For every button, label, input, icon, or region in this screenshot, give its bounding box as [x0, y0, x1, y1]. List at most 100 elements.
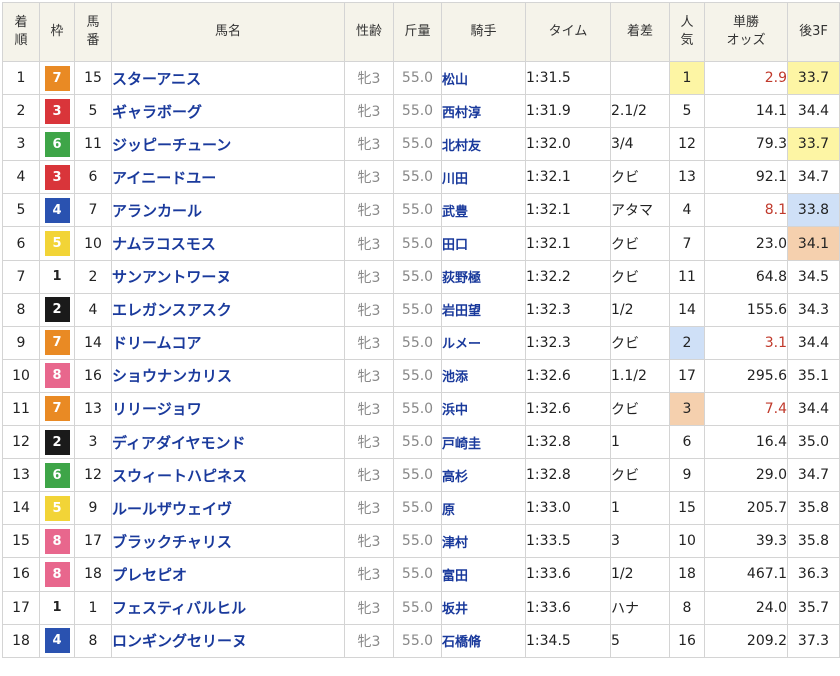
header-jockey[interactable]: 騎手 [441, 2, 526, 62]
jockey-link[interactable]: 池添 [443, 370, 469, 385]
jockey-cell: ルメー [441, 325, 526, 360]
horse-name-link[interactable]: アランカール [113, 202, 203, 220]
jockey-cell: 池添 [441, 358, 526, 393]
frame-cell: 3 [39, 94, 75, 129]
header-sexage[interactable]: 性齢 [344, 2, 394, 62]
carried-weight: 55.0 [393, 292, 442, 327]
carried-weight: 55.0 [393, 623, 442, 658]
popularity: 14 [669, 292, 705, 327]
jockey-link[interactable]: 浜中 [443, 403, 469, 418]
table-row: 10 8 16 ショウナンカリス 牝3 55.0 池添 1:32.6 1.1/2 17 295.6 3… [2, 358, 840, 393]
jockey-link[interactable]: 川田 [443, 172, 469, 187]
jockey-cell: 坂井 [441, 590, 526, 625]
jockey-cell: 武豊 [441, 193, 526, 228]
last-3f: 33.7 [787, 60, 840, 96]
header-odds[interactable]: 単勝 オッズ [704, 2, 788, 62]
horse-name-link[interactable]: アイニードユー [113, 169, 217, 187]
carried-weight: 55.0 [393, 590, 442, 625]
margin [610, 60, 670, 96]
win-odds: 64.8 [704, 259, 788, 294]
jockey-link[interactable]: 原 [443, 503, 456, 518]
horse-name-link[interactable]: プレセピオ [113, 566, 188, 584]
jockey-link[interactable]: 田口 [443, 238, 469, 253]
popularity: 5 [669, 94, 705, 129]
horse-name-cell: アイニードユー [111, 160, 345, 195]
jockey-cell: 岩田望 [441, 292, 526, 327]
popularity: 16 [669, 623, 705, 658]
header-margin[interactable]: 着差 [610, 2, 670, 62]
finish-rank: 12 [2, 425, 40, 460]
sex-age: 牝3 [344, 524, 394, 559]
last-3f: 37.3 [787, 623, 840, 658]
sex-age: 牝3 [344, 358, 394, 393]
jockey-link[interactable]: 荻野極 [443, 271, 482, 286]
carried-weight: 55.0 [393, 160, 442, 195]
finish-time: 1:32.8 [525, 458, 611, 493]
horse-number: 2 [74, 259, 112, 294]
horse-name-link[interactable]: サンアントワーヌ [113, 268, 232, 286]
jockey-link[interactable]: 西村淳 [443, 106, 482, 121]
header-frame[interactable]: 枠 [39, 2, 75, 62]
table-row: 8 2 4 エレガンスアスク 牝3 55.0 岩田望 1:32.3 1/2 14 155.6 34.3 [2, 292, 840, 327]
popularity: 8 [669, 590, 705, 625]
header-weight[interactable]: 斤量 [393, 2, 442, 62]
header-last3f[interactable]: 後3F [787, 2, 840, 62]
horse-name-link[interactable]: スターアニス [113, 70, 202, 88]
jockey-link[interactable]: 戸崎圭 [443, 437, 482, 452]
header-popularity[interactable]: 人気 [669, 2, 705, 62]
finish-rank: 16 [2, 557, 40, 592]
horse-name-link[interactable]: ブラックチャリス [113, 533, 232, 551]
race-results-table: 着順 枠 馬番 馬名 性齢 斤量 騎手 タイム 着差 人気 単勝 オッズ 後3F … [2, 2, 840, 658]
finish-rank: 5 [2, 193, 40, 228]
horse-name-link[interactable]: フェスティバルヒル [113, 599, 247, 617]
frame-badge: 2 [44, 429, 70, 455]
table-row: 7 1 2 サンアントワーヌ 牝3 55.0 荻野極 1:32.2 クビ 11 64.8 34.5 [2, 259, 840, 294]
jockey-link[interactable]: 石橋脩 [443, 635, 482, 650]
horse-name-link[interactable]: ロンギングセリーヌ [113, 632, 248, 650]
horse-number: 8 [74, 623, 112, 658]
table-row: 17 1 1 フェスティバルヒル 牝3 55.0 坂井 1:33.6 ハナ 8 24.0 35.7 [2, 590, 840, 625]
table-row: 5 4 7 アランカール 牝3 55.0 武豊 1:32.1 アタマ 4 8.1 33.8 [2, 193, 840, 228]
horse-name-link[interactable]: ディアダイヤモンド [113, 434, 246, 452]
horse-name-link[interactable]: ギャラボーグ [113, 103, 203, 121]
jockey-link[interactable]: 高杉 [443, 470, 469, 485]
sex-age: 牝3 [344, 425, 394, 460]
jockey-link[interactable]: 岩田望 [443, 304, 482, 319]
horse-number: 7 [74, 193, 112, 228]
popularity: 12 [669, 127, 705, 162]
header-time[interactable]: タイム [525, 2, 611, 62]
finish-rank: 11 [2, 391, 40, 427]
horse-name-link[interactable]: エレガンスアスク [113, 301, 232, 319]
margin: クビ [610, 226, 670, 261]
horse-name-link[interactable]: ショウナンカリス [113, 367, 233, 385]
horse-name-link[interactable]: リリージョワ [113, 400, 202, 418]
jockey-link[interactable]: 津村 [443, 536, 469, 551]
jockey-link[interactable]: 北村友 [443, 139, 482, 154]
margin: 2.1/2 [610, 94, 670, 129]
horse-name-link[interactable]: ルールザウェイヴ [113, 500, 233, 518]
horse-name-cell: フェスティバルヒル [111, 590, 345, 625]
margin: 1/2 [610, 292, 670, 327]
horse-name-link[interactable]: ナムラコスモス [113, 235, 216, 253]
win-odds: 39.3 [704, 524, 788, 559]
jockey-link[interactable]: ルメー [443, 337, 482, 352]
last-3f: 35.0 [787, 425, 840, 460]
horse-name-link[interactable]: ドリームコア [113, 334, 202, 352]
jockey-link[interactable]: 松山 [443, 73, 469, 88]
header-number[interactable]: 馬番 [74, 2, 112, 62]
horse-name-link[interactable]: ジッピーチューン [113, 136, 232, 154]
jockey-link[interactable]: 坂井 [443, 602, 469, 617]
popularity: 9 [669, 458, 705, 493]
finish-time: 1:31.5 [525, 60, 611, 96]
horse-number: 3 [74, 425, 112, 460]
horse-number: 9 [74, 491, 112, 526]
jockey-link[interactable]: 富田 [443, 569, 469, 584]
header-name[interactable]: 馬名 [111, 2, 345, 62]
jockey-link[interactable]: 武豊 [443, 205, 469, 220]
win-odds: 2.9 [704, 60, 788, 96]
header-rank[interactable]: 着順 [2, 2, 40, 62]
frame-cell: 5 [39, 491, 75, 526]
margin: 3 [610, 524, 670, 559]
horse-name-link[interactable]: スウィートハピネス [113, 467, 248, 485]
sex-age: 牝3 [344, 60, 394, 96]
